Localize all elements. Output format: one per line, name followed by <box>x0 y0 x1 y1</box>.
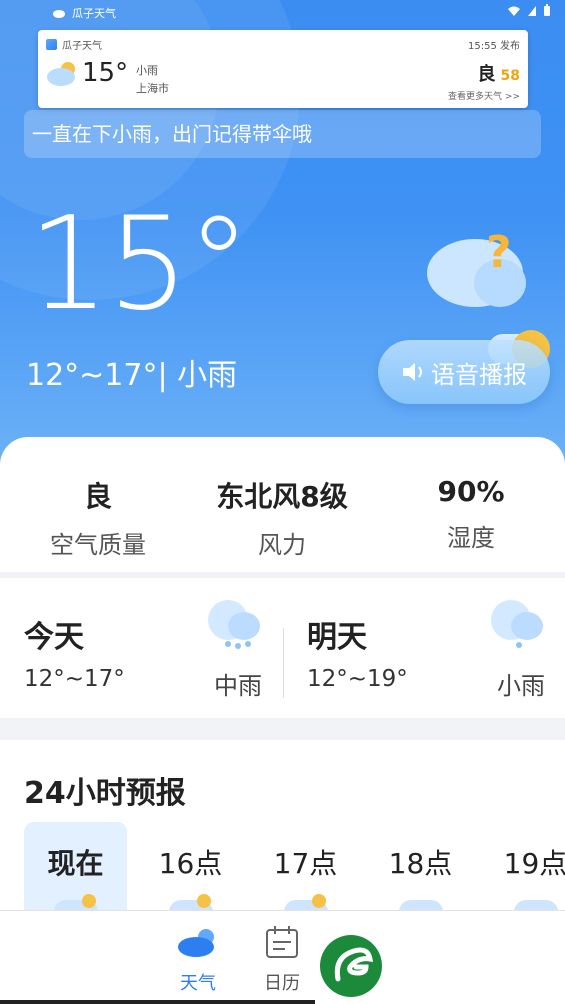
cloud-icon <box>53 10 65 18</box>
rain-cloud-icon <box>208 600 260 649</box>
svg-text:?: ? <box>486 227 512 278</box>
more-weather-link[interactable]: 查看更多天气 >> <box>448 89 520 102</box>
hourly-forecast-card: 24小时预报 现在 16点 17点 18点 19点 <box>0 740 565 910</box>
metric-label: 风力 <box>258 531 306 559</box>
hero-section: 瓜子天气 瓜子天气 15:55 发布 15° 小雨 上海市 良 58 查看更多天… <box>0 0 565 480</box>
status-app: 瓜子天气 <box>52 5 116 21</box>
metric-label: 湿度 <box>447 524 495 552</box>
hour-item[interactable]: 18点 <box>369 822 472 910</box>
aqi-value: 58 <box>500 68 520 84</box>
weather-notification[interactable]: 瓜子天气 15:55 发布 15° 小雨 上海市 良 58 查看更多天气 >> <box>38 30 528 108</box>
cloudy-icon <box>47 62 75 86</box>
voice-broadcast-button[interactable]: 语音播报 <box>378 340 550 404</box>
hour-cloud-icon <box>399 900 443 910</box>
voice-broadcast-label: 语音播报 <box>431 360 527 389</box>
bottom-tab-bar: 天气 日历 <box>0 910 565 1004</box>
day-condition: 小雨 <box>497 672 545 700</box>
hour-sun-icon <box>82 894 96 908</box>
hour-item[interactable]: 16点 <box>139 822 242 910</box>
tab-calendar-label: 日历 <box>264 973 300 994</box>
hour-label: 17点 <box>273 847 338 880</box>
notification-app-row: 瓜子天气 <box>46 37 102 52</box>
aqi-level: 良 <box>477 64 496 85</box>
app-logo-icon <box>46 39 57 50</box>
metric-humidity[interactable]: 90% 湿度 <box>377 475 565 553</box>
tab-weather-label: 天气 <box>180 973 216 994</box>
hour-cloud-icon <box>514 900 558 910</box>
metric-value: 90% <box>437 475 505 508</box>
hour-label: 16点 <box>158 847 223 880</box>
tab-weather[interactable]: 天气 <box>168 925 228 995</box>
home-indicator <box>0 1000 315 1004</box>
signal-icon <box>528 5 536 16</box>
hourly-scroller[interactable]: 现在 16点 17点 18点 19点 <box>24 822 565 910</box>
day-name: 明天 <box>307 620 367 655</box>
hour-label: 现在 <box>47 847 104 880</box>
battery-icon <box>544 4 550 16</box>
day-condition: 中雨 <box>214 672 262 700</box>
light-rain-cloud-icon <box>491 600 543 648</box>
status-icons <box>507 4 551 17</box>
day-temps: 12°~19° <box>307 666 408 692</box>
hour-item[interactable]: 19点 <box>484 822 565 910</box>
day-tomorrow[interactable]: 明天 12°~19° 小雨 <box>283 578 565 718</box>
weather-tip: 一直在下小雨，出门记得带伞哦 <box>24 110 541 158</box>
hour-sun-icon <box>312 894 326 908</box>
metric-air-quality[interactable]: 良 空气质量 <box>4 475 192 560</box>
hour-sun-icon <box>197 894 211 908</box>
hourly-title: 24小时预报 <box>24 776 186 811</box>
metrics-card: 良 空气质量 东北风8级 风力 90% 湿度 <box>0 437 565 572</box>
day-today[interactable]: 今天 12°~17° 中雨 <box>0 578 282 718</box>
calendar-icon <box>266 926 298 958</box>
metric-value: 良 <box>83 480 112 513</box>
metric-label: 空气质量 <box>50 531 146 559</box>
notification-condition: 小雨 <box>136 64 158 77</box>
weather-tab-icon <box>178 929 214 957</box>
cloud-question-icon: ? <box>427 227 526 307</box>
daily-card: 今天 12°~17° 中雨 明天 12°~19° 小雨 <box>0 578 565 718</box>
publish-time: 15:55 发布 <box>468 41 520 52</box>
notification-city: 上海市 <box>136 82 169 95</box>
notification-aqi: 良 58 <box>478 60 520 86</box>
status-app-name: 瓜子天气 <box>72 7 116 20</box>
status-bar: 瓜子天气 <box>0 0 565 26</box>
metric-wind[interactable]: 东北风8级 风力 <box>188 475 376 560</box>
notification-temperature: 15° <box>82 58 129 88</box>
hour-label: 19点 <box>503 847 565 880</box>
day-temps: 12°~17° <box>24 666 125 692</box>
speaker-icon <box>403 363 422 381</box>
current-temperature: 15° <box>28 190 251 339</box>
hour-label: 18点 <box>388 847 453 880</box>
notification-app-name: 瓜子天气 <box>62 41 102 52</box>
day-name: 今天 <box>24 620 84 655</box>
hour-item[interactable]: 17点 <box>254 822 357 910</box>
metric-value: 东北风8级 <box>216 480 348 513</box>
leaf-logo-icon <box>334 947 374 982</box>
temperature-range-condition: 12°~17°| 小雨 <box>26 358 238 393</box>
hour-item[interactable]: 现在 <box>24 822 127 910</box>
tab-calendar[interactable]: 日历 <box>252 925 312 995</box>
wifi-icon <box>508 6 520 16</box>
app-brand-logo-icon[interactable] <box>320 935 382 997</box>
